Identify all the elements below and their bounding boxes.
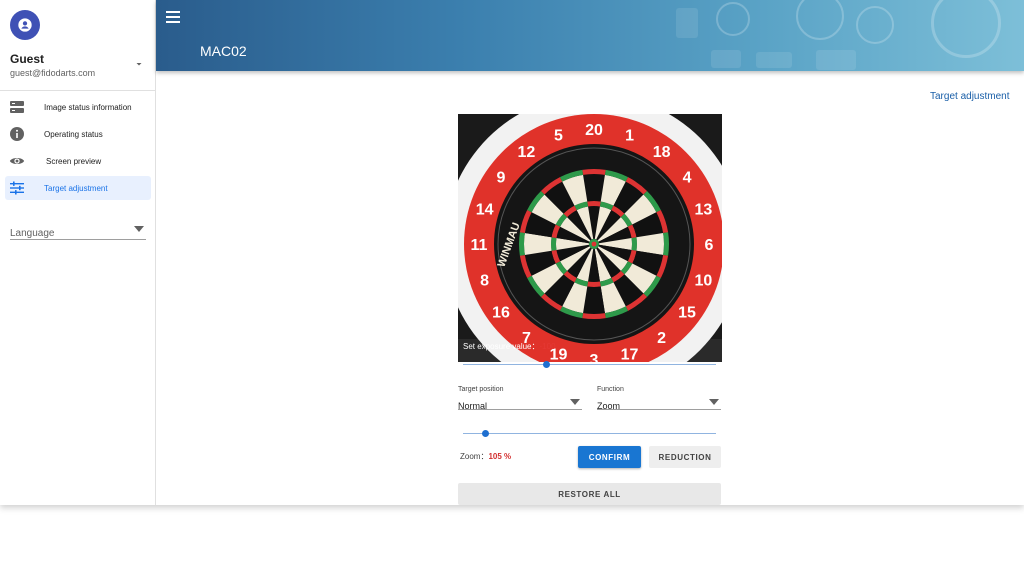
confirm-button[interactable]: CONFIRM [578,446,641,468]
board-number: 15 [678,305,696,322]
board-number: 2 [657,330,666,347]
target-position-select[interactable]: Normal [458,396,582,411]
target-position-value: Normal [458,401,488,411]
board-number: 18 [653,144,671,161]
app-header: MAC02 [156,0,1024,71]
sidebar-item-target-adjustment[interactable]: Target adjustment [5,176,151,200]
sidebar-item-label: Screen preview [46,156,102,166]
function-label: Function [597,386,624,393]
board-double [582,169,606,175]
sidebar: Guest guest@fidodarts.com Image status i… [0,0,156,505]
zoom-readout: Zoom：105 % [460,451,511,462]
board-number: 9 [497,169,506,186]
storage-icon [9,99,25,115]
header-decoration [816,50,856,70]
avatar[interactable] [10,10,40,40]
board-treble [587,281,601,287]
language-select[interactable]: Language [10,223,146,240]
header-decoration [796,0,844,40]
exposure-label-text: Set exposure value： [463,342,540,351]
sidebar-item-label: Target adjustment [44,183,108,193]
board-number: 17 [621,346,639,362]
board-treble [587,201,601,207]
chevron-down-icon [570,399,580,405]
function-value: Zoom [597,401,621,411]
board-number: 5 [554,128,563,145]
account-dropdown-icon[interactable] [134,60,144,68]
board-double [663,232,669,256]
board-number: 3 [590,352,599,362]
exposure-slider-thumb[interactable] [542,361,550,368]
sidebar-item-image-status[interactable]: Image status information [5,95,151,119]
header-decoration [676,8,698,38]
board-double [582,313,606,319]
board-treble [631,237,637,251]
page-title: MAC02 [200,43,247,59]
board-number: 11 [471,237,488,254]
target-position-label: Target position [458,386,504,393]
breadcrumb[interactable]: Target adjustment [930,91,1010,102]
camera-preview: 20 1 18 4 13 6 10 15 2 17 3 19 7 16 8 11 14 9 12 5 WINMAU [458,114,722,362]
sidebar-item-operating-status[interactable]: Operating status [5,122,151,146]
chevron-down-icon [134,226,144,232]
restore-all-button[interactable]: RESTORE ALL [458,483,721,505]
board-number: 13 [694,201,712,218]
header-decoration [756,52,792,68]
header-decoration [931,0,1001,58]
sidebar-item-screen-preview[interactable]: Screen preview [5,149,151,173]
board-double [519,232,525,256]
menu-icon[interactable] [166,11,180,23]
board-number: 12 [518,144,536,161]
board-number: 10 [694,273,712,290]
board-number: 8 [480,273,489,290]
chevron-down-icon [709,399,719,405]
board-number: 16 [492,305,510,322]
board-treble [551,237,557,251]
zoom-slider[interactable] [463,430,716,437]
board-number: 4 [683,169,692,186]
sidebar-divider [0,90,155,91]
sidebar-item-label: Image status information [44,102,132,112]
board-number: 6 [705,237,714,254]
board-number: 20 [585,122,603,139]
app-window: Guest guest@fidodarts.com Image status i… [0,0,1024,505]
exposure-label: Set exposure value：-100 [463,341,556,352]
tune-icon [9,180,25,196]
dartboard-image: 20 11841361015217319716811149125WINMAU [458,114,722,362]
bullseye [591,241,597,247]
board-number: 1 [625,128,634,145]
header-decoration [856,6,894,44]
zoom-slider-thumb[interactable] [482,430,490,437]
zoom-value: 105 % [488,452,512,461]
reduction-button[interactable]: REDUCTION [649,446,721,468]
user-email: guest@fidodarts.com [10,68,96,78]
exposure-slider[interactable] [463,361,716,368]
board-number: 14 [476,201,494,218]
eye-icon [9,153,25,169]
zoom-label: Zoom： [460,452,489,461]
language-label: Language [10,228,55,239]
user-name: Guest [10,52,45,66]
account-icon [18,18,32,32]
header-decoration [716,2,750,36]
info-icon [9,126,25,142]
sidebar-item-label: Operating status [44,129,103,139]
exposure-value: -100 [539,342,556,351]
function-select[interactable]: Zoom [597,396,721,411]
header-decoration [711,50,741,68]
